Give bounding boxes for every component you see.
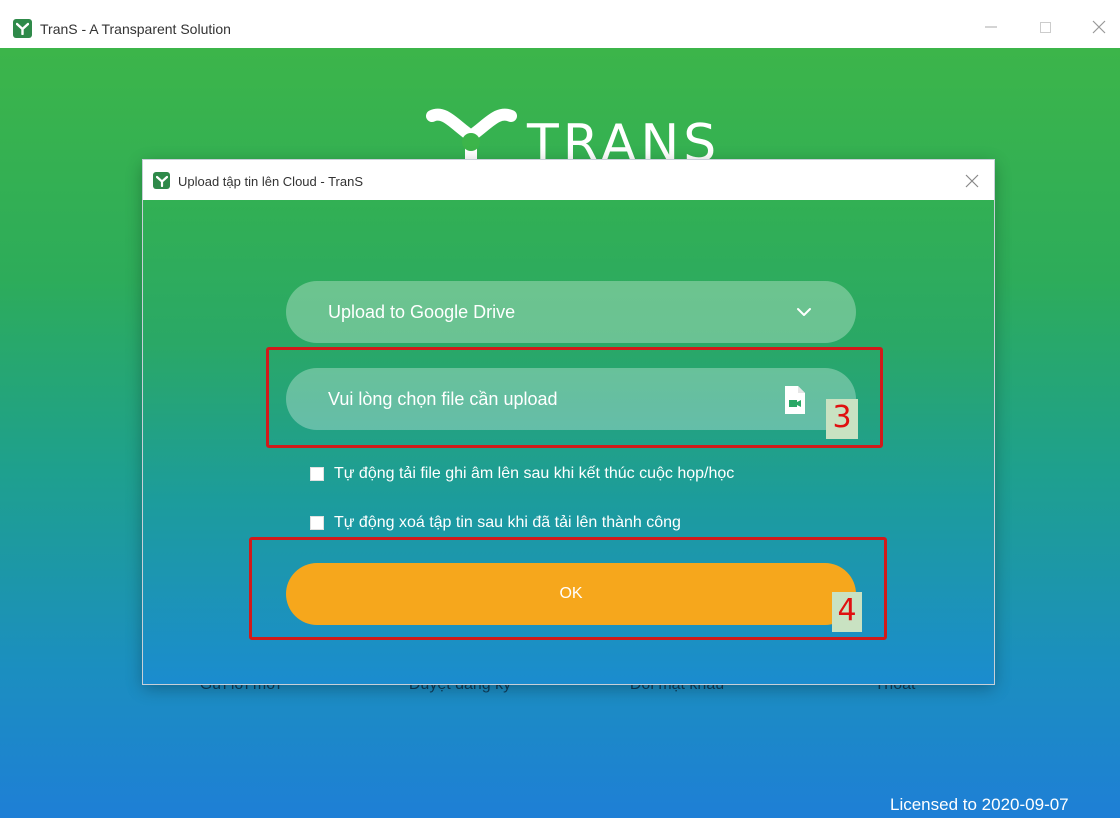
close-icon [965,174,979,188]
destination-value: Upload to Google Drive [328,302,516,322]
dialog-close-button[interactable] [958,167,986,195]
auto-upload-checkbox-row[interactable]: Tự động tải file ghi âm lên sau khi kết … [310,465,734,483]
brand-logo: TRANS [424,94,724,174]
app-logo-icon [13,19,32,38]
dialog-logo-icon [153,172,170,189]
window-close-button[interactable] [1084,14,1114,40]
annotation-number-4: 4 [832,592,862,632]
maximize-button[interactable] [1030,14,1060,40]
dialog-titlebar: Upload tập tin lên Cloud - TranS [143,160,994,200]
auto-delete-checkbox-row[interactable]: Tự động xoá tập tin sau khi đã tải lên t… [310,514,681,532]
auto-upload-label: Tự động tải file ghi âm lên sau khi kết … [334,465,735,482]
annotation-box-4 [249,537,887,640]
annotation-number-3: 3 [826,399,858,439]
upload-destination-select[interactable]: Upload to Google Drive [286,281,856,343]
minimize-button[interactable] [976,14,1006,40]
auto-delete-checkbox[interactable] [310,516,324,530]
auto-delete-label: Tự động xoá tập tin sau khi đã tải lên t… [334,514,681,531]
window-titlebar: TranS - A Transparent Solution [0,0,1120,48]
dialog-title: Upload tập tin lên Cloud - TranS [178,174,363,189]
license-text: Licensed to 2020-09-07 [890,795,1069,814]
chevron-down-icon [797,308,811,316]
auto-upload-checkbox[interactable] [310,467,324,481]
annotation-box-3 [266,347,883,448]
window-title: TranS - A Transparent Solution [40,21,231,37]
